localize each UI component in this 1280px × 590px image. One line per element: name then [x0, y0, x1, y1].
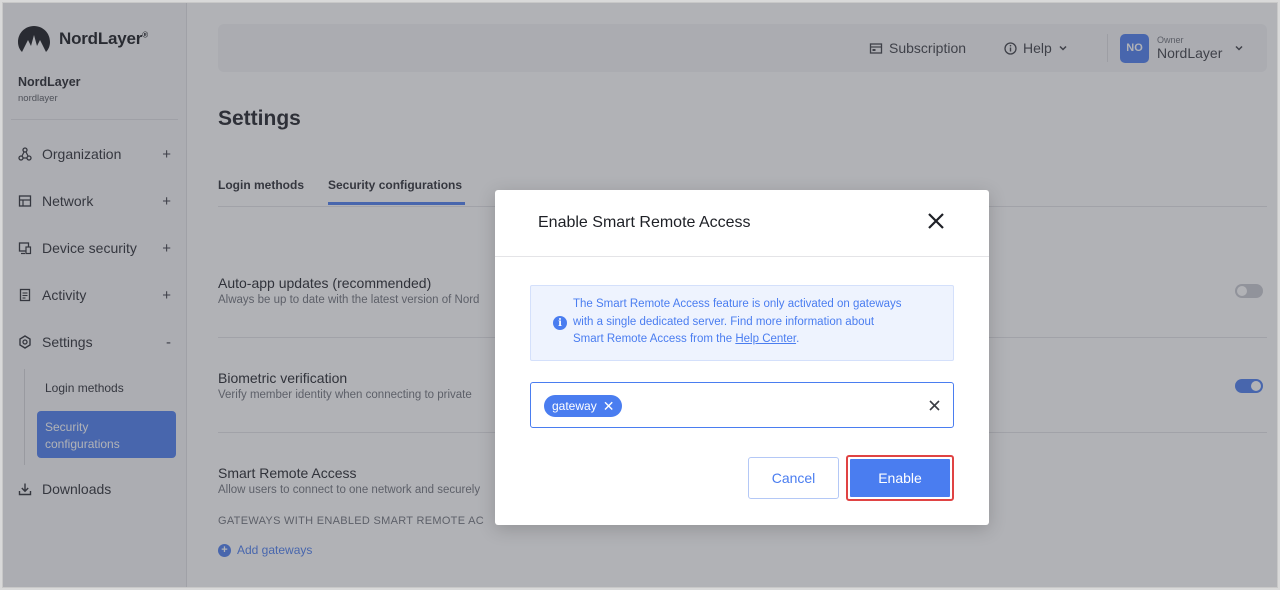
info-text-segment: Smart Remote Access from the	[573, 333, 736, 345]
info-text-segment: .	[796, 333, 800, 345]
enable-button-highlight[interactable]: Enable	[846, 455, 954, 501]
clear-input-icon[interactable]	[925, 396, 943, 414]
app-window: NordLayer® NordLayer nordlayer Organizat…	[2, 2, 1278, 588]
enable-button[interactable]: Enable	[850, 459, 950, 497]
info-line: with a single dedicated server. Find mor…	[573, 315, 875, 328]
chip-label: gateway	[552, 399, 597, 413]
info-line: The Smart Remote Access feature is only …	[573, 298, 902, 310]
remove-chip-icon[interactable]: ✕	[603, 399, 615, 413]
gateway-select-input[interactable]: gateway ✕	[530, 382, 954, 428]
enable-smart-remote-access-dialog: Enable Smart Remote Access i The Smart R…	[495, 190, 989, 525]
close-icon[interactable]	[925, 210, 947, 232]
dialog-title: Enable Smart Remote Access	[538, 214, 751, 231]
cancel-button[interactable]: Cancel	[748, 457, 839, 499]
dialog-header-divider	[495, 256, 989, 257]
gateway-chip: gateway ✕	[544, 395, 623, 417]
info-text: The Smart Remote Access feature is only …	[573, 296, 943, 349]
info-icon: i	[553, 316, 567, 330]
help-center-link[interactable]: Help Center	[735, 333, 796, 345]
info-line: Smart Remote Access from the Help Center…	[573, 331, 943, 349]
info-notice: i The Smart Remote Access feature is onl…	[530, 285, 954, 361]
